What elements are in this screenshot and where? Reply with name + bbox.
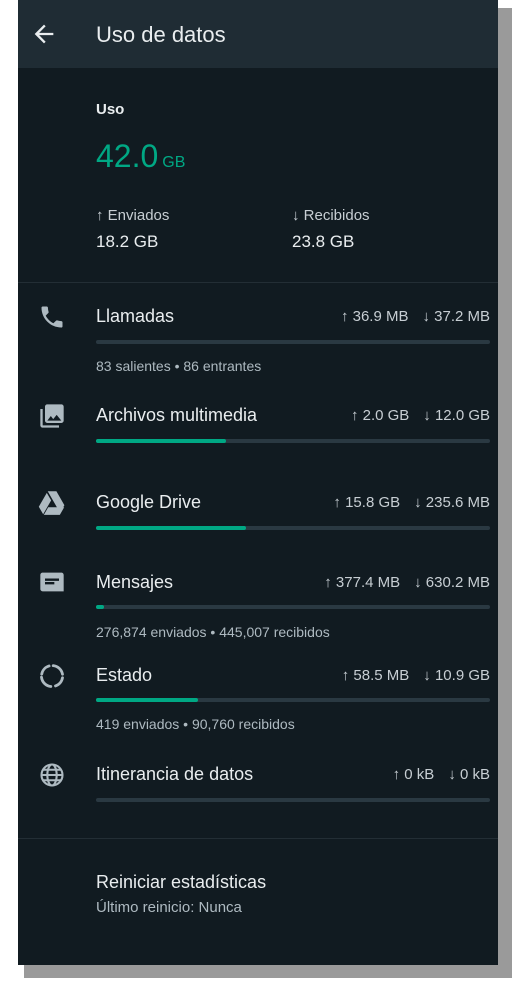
row-title: Estado <box>96 665 153 685</box>
row-stats: ↑ 36.9 MB ↓ 37.2 MB <box>341 308 490 325</box>
status-icon <box>40 664 64 688</box>
download-amount: ↓ 12.0 GB <box>423 407 490 424</box>
download-amount: ↓ 630.2 MB <box>414 574 490 591</box>
reset-statistics-title: Reiniciar estadísticas <box>96 872 267 892</box>
data-usage-screen: Uso de datos Uso 42.0 GB ↑ Enviados 18.2 … <box>18 0 498 965</box>
total-usage: 42.0 GB <box>96 138 185 175</box>
row-stats: ↑ 0 kB ↓ 0 kB <box>393 766 490 783</box>
total-usage-unit: GB <box>162 154 186 171</box>
row-title: Itinerancia de datos <box>96 764 254 784</box>
download-amount: ↓ 0 kB <box>448 766 490 783</box>
usage-bar <box>96 698 490 702</box>
back-button[interactable] <box>30 20 58 48</box>
sent-label: ↑ Enviados <box>96 207 170 224</box>
usage-bar-fill <box>96 698 199 702</box>
usage-bar <box>96 798 490 802</box>
divider <box>18 838 498 839</box>
download-amount: ↓ 37.2 MB <box>422 308 490 325</box>
row-stats: ↑ 377.4 MB ↓ 630.2 MB <box>324 574 490 591</box>
app-bar: Uso de datos <box>18 0 498 68</box>
usage-label: Uso <box>96 101 125 118</box>
row-stats: ↑ 2.0 GB ↓ 12.0 GB <box>351 407 490 424</box>
row-subtitle: 419 enviados • 90,760 recibidos <box>96 716 295 732</box>
sent-value: 18.2 GB <box>96 232 159 251</box>
received-label: ↓ Recibidos <box>292 207 370 224</box>
upload-amount: ↑ 0 kB <box>392 766 435 783</box>
total-usage-value: 42.0 <box>96 138 159 174</box>
divider <box>18 282 498 283</box>
usage-bar <box>96 439 490 443</box>
usage-bar-fill <box>96 439 227 443</box>
row-title: Mensajes <box>96 572 174 592</box>
upload-amount: ↑ 377.4 MB <box>324 574 401 591</box>
message-icon <box>40 572 64 592</box>
received-value: 23.8 GB <box>292 232 355 251</box>
phone-icon <box>41 306 63 328</box>
upload-amount: ↑ 58.5 MB <box>341 667 410 684</box>
download-amount: ↓ 10.9 GB <box>423 667 490 684</box>
download-amount: ↓ 235.6 MB <box>414 494 490 511</box>
row-stats: ↑ 58.5 MB ↓ 10.9 GB <box>342 667 490 684</box>
page-title: Uso de datos <box>96 22 226 47</box>
upload-amount: ↑ 15.8 GB <box>333 494 401 511</box>
upload-amount: ↑ 36.9 MB <box>340 308 409 325</box>
globe-icon <box>40 763 64 787</box>
row-title: Google Drive <box>96 492 202 512</box>
google-drive-icon <box>38 491 65 515</box>
row-title: Llamadas <box>96 306 175 326</box>
arrow-left-icon <box>34 24 54 44</box>
usage-bar <box>96 526 490 530</box>
usage-bar <box>96 605 490 609</box>
row-subtitle: 83 salientes • 86 entrantes <box>96 358 262 374</box>
row-title: Archivos multimedia <box>96 405 258 425</box>
last-reset-label: Último reinicio: Nunca <box>96 899 242 916</box>
row-stats: ↑ 15.8 GB ↓ 235.6 MB <box>333 494 490 511</box>
usage-bar <box>96 340 490 344</box>
usage-bar-fill <box>96 526 246 530</box>
upload-amount: ↑ 2.0 GB <box>350 407 410 424</box>
usage-bar-fill <box>96 605 104 609</box>
media-icon <box>40 404 64 428</box>
row-subtitle: 276,874 enviados • 445,007 recibidos <box>96 624 330 640</box>
